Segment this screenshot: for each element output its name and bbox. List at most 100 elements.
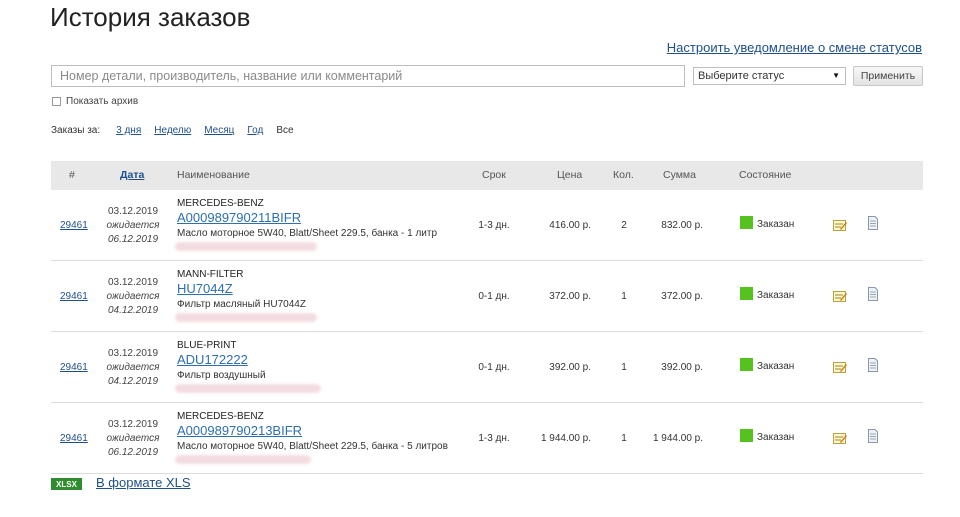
table-row: 29461 03.12.2019 ожидается 06.12.2019 ME… (51, 403, 923, 474)
sum: 832.00 р. (661, 220, 703, 231)
delivery-term: 0-1 дн. (478, 362, 510, 373)
edit-note-icon[interactable] (833, 290, 847, 302)
table-header: # Дата Наименование Срок Цена Кол. Сумма… (51, 161, 923, 190)
status-select-value: Выберите статус (698, 70, 785, 82)
expected-date: 06.12.2019 (107, 447, 159, 458)
redacted-comment (175, 384, 321, 393)
brand-name: BLUE-PRINT (177, 340, 237, 351)
status-indicator (740, 358, 753, 371)
order-number-link[interactable]: 29461 (60, 291, 88, 302)
delivery-term: 1-3 дн. (478, 433, 510, 444)
status-label: Заказан (757, 219, 795, 230)
col-state: Состояние (739, 169, 792, 181)
col-num: # (69, 169, 75, 181)
expected-label: ожидается (106, 220, 160, 231)
brand-name: MANN-FILTER (177, 269, 244, 280)
status-label: Заказан (757, 361, 795, 372)
expected-label: ожидается (106, 362, 160, 373)
edit-note-icon[interactable] (833, 361, 847, 373)
redacted-comment (175, 313, 317, 322)
period-all[interactable]: Все (276, 125, 293, 136)
order-dates: 03.12.2019 ожидается 04.12.2019 (105, 347, 161, 389)
period-week[interactable]: Неделю (154, 125, 191, 136)
brand-name: MERCEDES-BENZ (177, 411, 264, 422)
xlsx-file-icon: XLSX (51, 478, 82, 490)
price: 372.00 р. (549, 291, 591, 302)
document-icon[interactable] (868, 429, 878, 443)
redacted-comment (175, 455, 311, 464)
document-icon[interactable] (868, 287, 878, 301)
part-number-link[interactable]: ADU172222 (177, 352, 248, 367)
expected-label: ожидается (106, 291, 160, 302)
status-label: Заказан (757, 432, 795, 443)
archive-checkbox[interactable] (52, 97, 61, 106)
period-label: Заказы за: (51, 125, 101, 136)
order-number-link[interactable]: 29461 (60, 362, 88, 373)
order-date: 03.12.2019 (107, 277, 159, 288)
col-qty: Кол. (613, 169, 634, 181)
col-date-sort[interactable]: Дата (120, 169, 144, 181)
order-date: 03.12.2019 (107, 419, 159, 430)
col-sum: Сумма (663, 169, 696, 181)
price: 1 944.00 р. (540, 433, 591, 444)
sum: 392.00 р. (661, 362, 703, 373)
apply-button[interactable]: Применить (853, 66, 923, 86)
order-dates: 03.12.2019 ожидается 04.12.2019 (105, 276, 161, 318)
order-date: 03.12.2019 (107, 348, 159, 359)
orders-table: # Дата Наименование Срок Цена Кол. Сумма… (51, 161, 923, 474)
document-icon[interactable] (868, 216, 878, 230)
document-icon[interactable] (868, 358, 878, 372)
expected-date: 06.12.2019 (107, 234, 159, 245)
col-price: Цена (557, 169, 583, 181)
part-number-link[interactable]: HU7044Z (177, 281, 233, 296)
order-number-link[interactable]: 29461 (60, 220, 88, 231)
period-year[interactable]: Год (247, 125, 263, 136)
expected-label: ожидается (106, 433, 160, 444)
period-filter: Заказы за: 3 дня Неделю Месяц Год Все (51, 125, 307, 136)
order-date: 03.12.2019 (107, 206, 159, 217)
expected-date: 04.12.2019 (107, 376, 159, 387)
status-label: Заказан (757, 290, 795, 301)
page-title: История заказов (50, 2, 251, 32)
period-3-days[interactable]: 3 дня (116, 125, 141, 136)
status-indicator (740, 287, 753, 300)
quantity: 1 (621, 433, 627, 444)
col-term: Срок (482, 169, 506, 181)
table-row: 29461 03.12.2019 ожидается 04.12.2019 BL… (51, 332, 923, 403)
sum: 372.00 р. (661, 291, 703, 302)
col-name: Наименование (177, 169, 250, 181)
order-dates: 03.12.2019 ожидается 06.12.2019 (105, 205, 161, 247)
table-row: 29461 03.12.2019 ожидается 06.12.2019 ME… (51, 190, 923, 261)
part-number-link[interactable]: A000989790211BIFR (177, 210, 301, 225)
order-number-link[interactable]: 29461 (60, 433, 88, 444)
export-xls-link[interactable]: В формате XLS (96, 475, 191, 490)
expected-date: 04.12.2019 (107, 305, 159, 316)
status-indicator (740, 429, 753, 442)
part-description: Фильтр масляный HU7044Z (177, 299, 306, 310)
delivery-term: 1-3 дн. (478, 220, 510, 231)
part-number-link[interactable]: A000989790213BIFR (177, 423, 302, 438)
part-description: Масло моторное 5W40, Blatt/Sheet 229.5, … (177, 441, 448, 452)
archive-label: Показать архив (66, 96, 139, 107)
sum: 1 944.00 р. (652, 433, 703, 444)
quantity: 1 (621, 362, 627, 373)
order-dates: 03.12.2019 ожидается 06.12.2019 (105, 418, 161, 460)
quantity: 1 (621, 291, 627, 302)
quantity: 2 (621, 220, 627, 231)
status-select[interactable]: Выберите статус ▼ (693, 67, 846, 85)
search-input[interactable] (51, 65, 685, 87)
chevron-down-icon: ▼ (832, 71, 840, 80)
price: 392.00 р. (549, 362, 591, 373)
status-indicator (740, 216, 753, 229)
redacted-comment (175, 242, 317, 251)
period-month[interactable]: Месяц (204, 125, 234, 136)
part-description: Фильтр воздушный (177, 370, 266, 381)
price: 416.00 р. (549, 220, 591, 231)
status-notification-link[interactable]: Настроить уведомление о смене статусов (667, 40, 922, 55)
table-row: 29461 03.12.2019 ожидается 04.12.2019 MA… (51, 261, 923, 332)
show-archive-toggle[interactable]: Показать архив (52, 96, 138, 107)
brand-name: MERCEDES-BENZ (177, 198, 264, 209)
edit-note-icon[interactable] (833, 432, 847, 444)
delivery-term: 0-1 дн. (478, 291, 510, 302)
edit-note-icon[interactable] (833, 219, 847, 231)
